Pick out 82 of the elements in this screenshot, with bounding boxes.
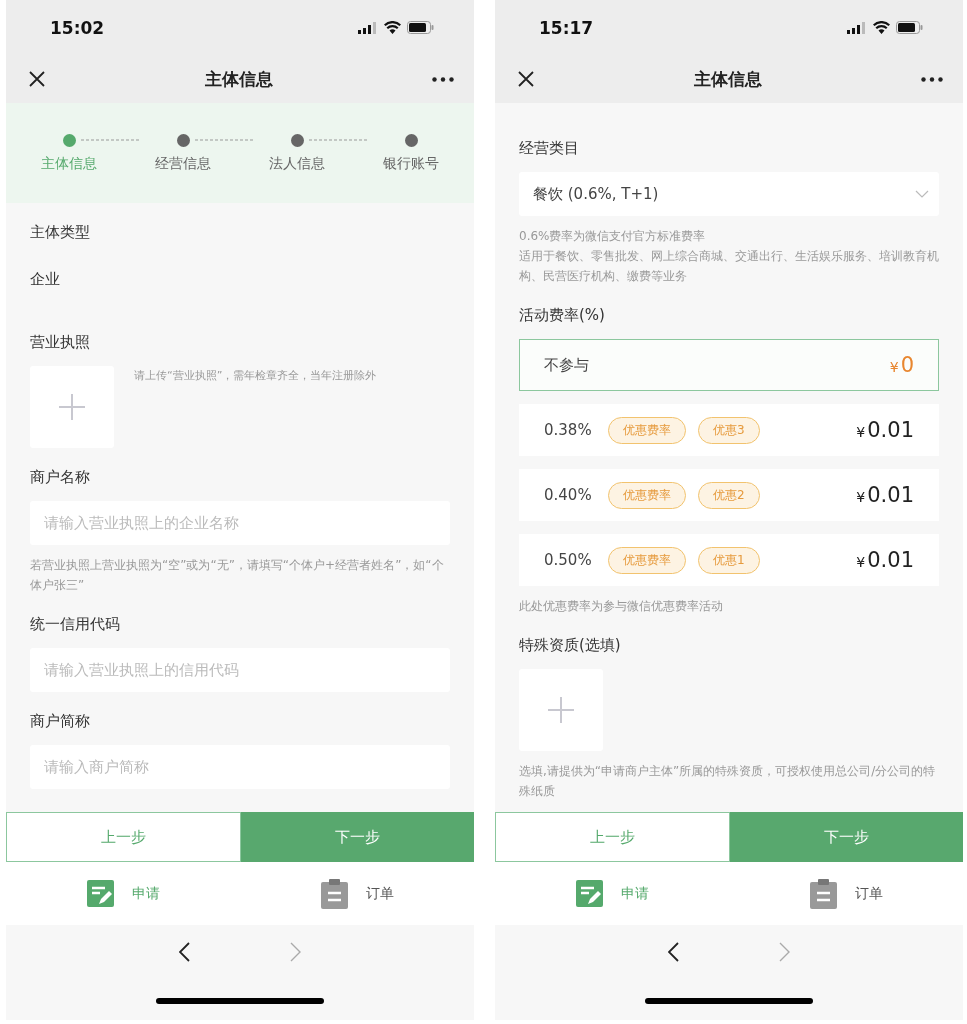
- price-text: 0.01: [867, 548, 914, 572]
- input-field[interactable]: 请输入营业执照上的企业名称: [30, 501, 450, 545]
- currency-sign: ¥: [856, 554, 866, 570]
- currency-sign: ¥: [856, 424, 866, 440]
- tab-item[interactable]: 申请: [131, 884, 160, 903]
- edit-document-icon: [575, 880, 603, 907]
- chevron-down-icon: [915, 190, 929, 198]
- tab-item[interactable]: 申请: [620, 884, 649, 903]
- step-label[interactable]: 法人信息: [269, 155, 325, 173]
- discount-tag: 优惠2: [698, 481, 760, 509]
- field-value: 企业: [30, 270, 61, 289]
- tab-item[interactable]: 订单: [854, 884, 883, 903]
- input-field[interactable]: 请输入商户简称: [30, 745, 450, 789]
- price-text: 0.01: [867, 483, 914, 507]
- wifi-icon: [873, 21, 890, 34]
- hint-text: 适用于餐饮、零售批发、网上综合商城、交通出行、生活娱乐服务、培训教育机构、民营医疗机构、缴费等业务: [519, 248, 939, 285]
- rate-option[interactable]: 0.40% 优惠费率 优惠2 ¥0.01: [519, 469, 939, 521]
- step-dot-icon: [290, 133, 304, 147]
- previous-step-button[interactable]: 上一步: [495, 812, 730, 862]
- field-label: 营业执照: [30, 333, 91, 352]
- discount-tag: 优惠1: [698, 546, 760, 574]
- discount-tag: 优惠3: [698, 416, 760, 444]
- step-dot-icon: [176, 133, 190, 147]
- field-label: 活动费率(%): [519, 306, 606, 325]
- plus-icon: [59, 394, 85, 420]
- rate-text: 0.38%: [544, 421, 593, 439]
- field-label: 商户简称: [30, 712, 91, 731]
- price-text: 0.01: [867, 418, 914, 442]
- close-icon[interactable]: [517, 70, 535, 88]
- step-label[interactable]: 银行账号: [383, 155, 439, 173]
- battery-icon: [896, 21, 923, 34]
- field-label: 统一信用代码: [30, 615, 121, 634]
- clipboard-icon: [809, 878, 837, 909]
- page-title: 主体信息: [205, 67, 273, 91]
- back-icon[interactable]: [668, 942, 679, 962]
- next-step-button[interactable]: 下一步: [730, 812, 963, 862]
- rate-option[interactable]: 0.50% 优惠费率 优惠1 ¥0.01: [519, 534, 939, 586]
- input-field[interactable]: 请输入营业执照上的信用代码: [30, 648, 450, 692]
- page-title: 主体信息: [694, 67, 762, 91]
- hint-text: 若营业执照上营业执照为“空”或为“无”，请填写“个体户+经营者姓名”，如“个体户张三”: [30, 557, 445, 594]
- tab-item[interactable]: 订单: [365, 884, 394, 903]
- hint-text: 选填,请提供为“申请商户主体”所属的特殊资质，可授权使用总公司/分公司的特殊纸质: [519, 763, 937, 800]
- wifi-icon: [384, 21, 401, 34]
- hint-text: 0.6%费率为微信支付官方标准费率: [519, 228, 707, 245]
- hint-text: 此处优惠费率为参与微信优惠费率活动: [519, 598, 724, 615]
- battery-icon: [407, 21, 434, 34]
- step-dot-icon: [62, 133, 76, 147]
- currency-sign: ¥: [856, 489, 866, 505]
- next-step-button[interactable]: 下一步: [241, 812, 474, 862]
- step-connector-icon: [309, 139, 367, 141]
- upload-hint: 请上传“营业执照”，需年检章齐全，当年注册除外: [134, 368, 377, 383]
- signal-icon: [847, 21, 867, 34]
- step-connector-icon: [81, 139, 139, 141]
- more-icon[interactable]: [432, 76, 454, 82]
- previous-step-button[interactable]: 上一步: [6, 812, 241, 862]
- field-label: 特殊资质(选填): [519, 636, 622, 655]
- more-icon[interactable]: [921, 76, 943, 82]
- rate-text: 不参与: [544, 355, 590, 375]
- edit-document-icon: [86, 880, 114, 907]
- rate-option[interactable]: 0.38% 优惠费率 优惠3 ¥0.01: [519, 404, 939, 456]
- rate-text: 0.50%: [544, 551, 593, 569]
- discount-tag: 优惠费率: [608, 481, 686, 509]
- category-select[interactable]: 餐饮 (0.6%, T+1): [519, 172, 939, 216]
- signal-icon: [358, 21, 378, 34]
- plus-icon: [548, 697, 574, 723]
- field-label: 经营类目: [519, 139, 580, 158]
- price-text: 0: [900, 353, 914, 377]
- clipboard-icon: [320, 878, 348, 909]
- rate-text: 0.40%: [544, 486, 593, 504]
- status-time: 15:17: [539, 17, 594, 38]
- discount-tag: 优惠费率: [608, 546, 686, 574]
- close-icon[interactable]: [28, 70, 46, 88]
- step-dot-icon: [404, 133, 418, 147]
- back-icon[interactable]: [179, 942, 190, 962]
- currency-sign: ¥: [889, 359, 899, 375]
- discount-tag: 优惠费率: [608, 416, 686, 444]
- rate-option[interactable]: 不参与 ¥0: [519, 339, 939, 391]
- field-label: 商户名称: [30, 468, 91, 487]
- step-label[interactable]: 经营信息: [155, 155, 211, 173]
- field-label: 主体类型: [30, 223, 91, 242]
- step-connector-icon: [195, 139, 253, 141]
- status-time: 15:02: [50, 17, 105, 38]
